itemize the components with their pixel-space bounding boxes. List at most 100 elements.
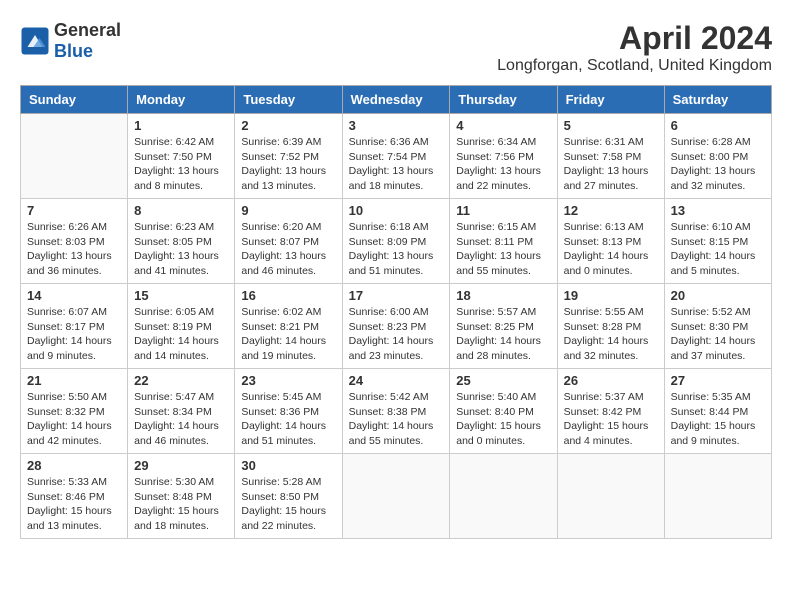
day-info: Sunrise: 5:47 AM Sunset: 8:34 PM Dayligh… xyxy=(134,390,228,449)
day-number: 21 xyxy=(27,373,121,388)
calendar-header-tuesday: Tuesday xyxy=(235,86,342,114)
day-info: Sunrise: 6:26 AM Sunset: 8:03 PM Dayligh… xyxy=(27,220,121,279)
day-info: Sunrise: 5:57 AM Sunset: 8:25 PM Dayligh… xyxy=(456,305,550,364)
calendar-cell: 1Sunrise: 6:42 AM Sunset: 7:50 PM Daylig… xyxy=(128,114,235,199)
day-number: 22 xyxy=(134,373,228,388)
location: Longforgan, Scotland, United Kingdom xyxy=(497,57,772,75)
day-info: Sunrise: 6:23 AM Sunset: 8:05 PM Dayligh… xyxy=(134,220,228,279)
day-info: Sunrise: 6:05 AM Sunset: 8:19 PM Dayligh… xyxy=(134,305,228,364)
calendar-cell: 20 Sunrise: 5:52 AM Sunset: 8:30 PM Dayli… xyxy=(664,284,771,369)
calendar-cell: 10 Sunrise: 6:18 AM Sunset: 8:09 PM Dayli… xyxy=(342,199,450,284)
day-number: 4 xyxy=(456,118,550,133)
calendar-cell xyxy=(450,454,557,539)
calendar-cell: 22 Sunrise: 5:47 AM Sunset: 8:34 PM Dayli… xyxy=(128,369,235,454)
day-info: Sunrise: 5:30 AM Sunset: 8:48 PM Dayligh… xyxy=(134,475,228,534)
day-number: 25 xyxy=(456,373,550,388)
calendar-cell: 23 Sunrise: 5:45 AM Sunset: 8:36 PM Dayli… xyxy=(235,369,342,454)
day-info: Sunrise: 6:15 AM Sunset: 8:11 PM Dayligh… xyxy=(456,220,550,279)
calendar-header-wednesday: Wednesday xyxy=(342,86,450,114)
calendar-cell: 26 Sunrise: 5:37 AM Sunset: 8:42 PM Dayli… xyxy=(557,369,664,454)
day-info: Sunrise: 5:50 AM Sunset: 8:32 PM Dayligh… xyxy=(27,390,121,449)
calendar-cell: 13Sunrise: 6:10 AM Sunset: 8:15 PM Dayli… xyxy=(664,199,771,284)
calendar-header-thursday: Thursday xyxy=(450,86,557,114)
day-number: 30 xyxy=(241,458,335,473)
week-row-1: 1Sunrise: 6:42 AM Sunset: 7:50 PM Daylig… xyxy=(21,114,772,199)
day-info: Sunrise: 6:39 AM Sunset: 7:52 PM Dayligh… xyxy=(241,135,335,194)
day-number: 8 xyxy=(134,203,228,218)
day-number: 15 xyxy=(134,288,228,303)
calendar-cell xyxy=(21,114,128,199)
day-number: 9 xyxy=(241,203,335,218)
calendar-cell xyxy=(664,454,771,539)
calendar-cell: 8 Sunrise: 6:23 AM Sunset: 8:05 PM Daylig… xyxy=(128,199,235,284)
calendar-cell: 5 Sunrise: 6:31 AM Sunset: 7:58 PM Daylig… xyxy=(557,114,664,199)
calendar-cell: 9 Sunrise: 6:20 AM Sunset: 8:07 PM Daylig… xyxy=(235,199,342,284)
calendar-cell: 3 Sunrise: 6:36 AM Sunset: 7:54 PM Daylig… xyxy=(342,114,450,199)
day-number: 11 xyxy=(456,203,550,218)
day-number: 19 xyxy=(564,288,658,303)
day-number: 14 xyxy=(27,288,121,303)
day-info: Sunrise: 6:31 AM Sunset: 7:58 PM Dayligh… xyxy=(564,135,658,194)
week-row-5: 28 Sunrise: 5:33 AM Sunset: 8:46 PM Dayli… xyxy=(21,454,772,539)
logo-text: General Blue xyxy=(54,20,121,62)
calendar-cell: 6 Sunrise: 6:28 AM Sunset: 8:00 PM Daylig… xyxy=(664,114,771,199)
day-number: 7 xyxy=(27,203,121,218)
day-info: Sunrise: 6:20 AM Sunset: 8:07 PM Dayligh… xyxy=(241,220,335,279)
day-number: 2 xyxy=(241,118,335,133)
month-year: April 2024 xyxy=(497,20,772,57)
day-info: Sunrise: 5:40 AM Sunset: 8:40 PM Dayligh… xyxy=(456,390,550,449)
day-info: Sunrise: 6:18 AM Sunset: 8:09 PM Dayligh… xyxy=(349,220,444,279)
page-header: General Blue April 2024 Longforgan, Scot… xyxy=(20,20,772,75)
day-info: Sunrise: 5:42 AM Sunset: 8:38 PM Dayligh… xyxy=(349,390,444,449)
day-number: 1 xyxy=(134,118,228,133)
day-info: Sunrise: 5:55 AM Sunset: 8:28 PM Dayligh… xyxy=(564,305,658,364)
day-info: Sunrise: 5:52 AM Sunset: 8:30 PM Dayligh… xyxy=(671,305,765,364)
logo: General Blue xyxy=(20,20,121,62)
day-number: 20 xyxy=(671,288,765,303)
calendar-header-monday: Monday xyxy=(128,86,235,114)
logo-blue: Blue xyxy=(54,41,121,62)
day-info: Sunrise: 5:33 AM Sunset: 8:46 PM Dayligh… xyxy=(27,475,121,534)
calendar-cell: 7 Sunrise: 6:26 AM Sunset: 8:03 PM Daylig… xyxy=(21,199,128,284)
calendar-header-saturday: Saturday xyxy=(664,86,771,114)
logo-general: General xyxy=(54,20,121,41)
calendar-cell: 14 Sunrise: 6:07 AM Sunset: 8:17 PM Dayli… xyxy=(21,284,128,369)
day-number: 18 xyxy=(456,288,550,303)
day-info: Sunrise: 5:37 AM Sunset: 8:42 PM Dayligh… xyxy=(564,390,658,449)
day-number: 10 xyxy=(349,203,444,218)
calendar-cell xyxy=(557,454,664,539)
day-number: 13 xyxy=(671,203,765,218)
calendar-header-friday: Friday xyxy=(557,86,664,114)
day-info: Sunrise: 6:02 AM Sunset: 8:21 PM Dayligh… xyxy=(241,305,335,364)
calendar-cell: 27 Sunrise: 5:35 AM Sunset: 8:44 PM Dayli… xyxy=(664,369,771,454)
title-block: April 2024 Longforgan, Scotland, United … xyxy=(497,20,772,75)
day-number: 5 xyxy=(564,118,658,133)
day-number: 29 xyxy=(134,458,228,473)
day-info: Sunrise: 5:28 AM Sunset: 8:50 PM Dayligh… xyxy=(241,475,335,534)
day-number: 6 xyxy=(671,118,765,133)
day-number: 23 xyxy=(241,373,335,388)
calendar-cell: 16Sunrise: 6:02 AM Sunset: 8:21 PM Dayli… xyxy=(235,284,342,369)
day-number: 27 xyxy=(671,373,765,388)
day-number: 3 xyxy=(349,118,444,133)
calendar-header-sunday: Sunday xyxy=(21,86,128,114)
week-row-3: 14 Sunrise: 6:07 AM Sunset: 8:17 PM Dayli… xyxy=(21,284,772,369)
calendar-cell xyxy=(342,454,450,539)
day-info: Sunrise: 6:00 AM Sunset: 8:23 PM Dayligh… xyxy=(349,305,444,364)
calendar-cell: 18 Sunrise: 5:57 AM Sunset: 8:25 PM Dayli… xyxy=(450,284,557,369)
day-info: Sunrise: 6:07 AM Sunset: 8:17 PM Dayligh… xyxy=(27,305,121,364)
calendar-header-row: SundayMondayTuesdayWednesdayThursdayFrid… xyxy=(21,86,772,114)
day-number: 26 xyxy=(564,373,658,388)
calendar-cell: 30 Sunrise: 5:28 AM Sunset: 8:50 PM Dayli… xyxy=(235,454,342,539)
day-info: Sunrise: 6:28 AM Sunset: 8:00 PM Dayligh… xyxy=(671,135,765,194)
calendar-table: SundayMondayTuesdayWednesdayThursdayFrid… xyxy=(20,85,772,539)
week-row-2: 7 Sunrise: 6:26 AM Sunset: 8:03 PM Daylig… xyxy=(21,199,772,284)
day-info: Sunrise: 5:35 AM Sunset: 8:44 PM Dayligh… xyxy=(671,390,765,449)
calendar-cell: 25 Sunrise: 5:40 AM Sunset: 8:40 PM Dayli… xyxy=(450,369,557,454)
calendar-cell: 17Sunrise: 6:00 AM Sunset: 8:23 PM Dayli… xyxy=(342,284,450,369)
day-info: Sunrise: 6:36 AM Sunset: 7:54 PM Dayligh… xyxy=(349,135,444,194)
calendar-cell: 28 Sunrise: 5:33 AM Sunset: 8:46 PM Dayli… xyxy=(21,454,128,539)
calendar-cell: 4Sunrise: 6:34 AM Sunset: 7:56 PM Daylig… xyxy=(450,114,557,199)
day-number: 28 xyxy=(27,458,121,473)
day-info: Sunrise: 5:45 AM Sunset: 8:36 PM Dayligh… xyxy=(241,390,335,449)
